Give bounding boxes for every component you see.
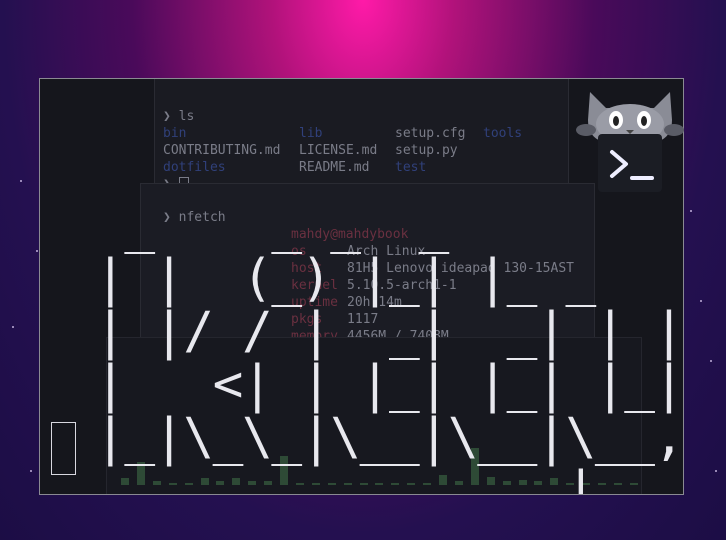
terminal-cursor[interactable] xyxy=(51,422,76,475)
kitty-cat-terminal-icon xyxy=(576,86,684,196)
ls-row: bin lib setup.cfg tools xyxy=(163,126,523,141)
ls-command-line: ❯ ls xyxy=(163,109,195,124)
kitty-ascii-logo: _ _ _ _ | | (_) |_| |_ _ _ | |/ / | _| _… xyxy=(95,196,684,495)
ls-pane[interactable]: ❯ ls bin lib setup.cfg tools CONTRIBUTING.md L… xyxy=(154,79,569,193)
ls-row: dotfiles README.md test xyxy=(163,160,427,175)
ls-row: CONTRIBUTING.md LICENSE.md setup.py xyxy=(163,143,458,158)
